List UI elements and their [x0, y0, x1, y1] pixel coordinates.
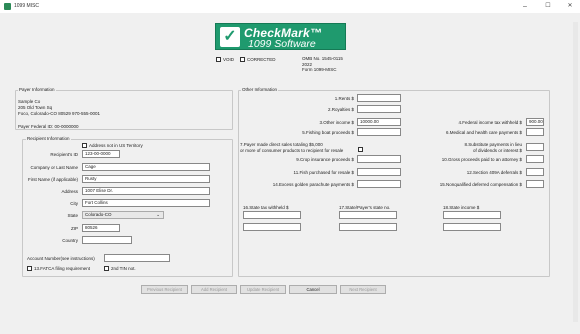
direct-sales-label-2: or more of consumer products to recipien… [240, 148, 344, 153]
state-no-label: 17.State/Payer's state no. [339, 205, 391, 210]
rents-input[interactable] [357, 94, 401, 102]
section409-input[interactable] [526, 168, 544, 176]
payer-name: Sample Co [18, 99, 41, 104]
country-input[interactable] [82, 236, 132, 244]
corrected-checkbox[interactable] [240, 57, 245, 62]
state-label: State [67, 213, 78, 218]
account-number-label: Account Number(see instructions) [27, 256, 95, 261]
state-no-input-1[interactable] [339, 211, 397, 219]
first-name-input[interactable]: Rusty [82, 175, 210, 183]
fish-input[interactable] [357, 168, 401, 176]
void-checkbox[interactable] [216, 57, 221, 62]
address-input[interactable]: 1007 Elise Dr. [82, 187, 210, 195]
crop-label: 9.Crop insurance proceeds $ [296, 157, 354, 162]
substitute-input[interactable] [526, 143, 544, 151]
state-tax-label: 16.State tax withheld $ [243, 205, 289, 210]
zip-label: ZIP [70, 226, 78, 231]
form-name: Form 1099-MISC [302, 67, 337, 72]
state-income-input-2[interactable] [443, 223, 501, 231]
state-select-value: Colorado-CO [85, 212, 112, 217]
company-input[interactable]: Cage [82, 163, 210, 171]
address-not-us-label: Address not in US Territory [89, 143, 143, 148]
substitute-label-1: 8.Substitute payments in lieu [464, 142, 522, 147]
state-tax-input-2[interactable] [243, 223, 301, 231]
state-tax-input-1[interactable] [243, 211, 301, 219]
address-label: Address [61, 189, 78, 194]
city-input[interactable]: Fort Collins [82, 199, 210, 207]
state-select[interactable]: Colorado-CO ⌄ [82, 211, 164, 219]
recipient-id-label: Recipient's ID [50, 152, 78, 157]
section409-label: 12.Section 409A deferrals $ [466, 170, 522, 175]
checkmark-logo-icon: ✓ [220, 27, 240, 47]
payer-city-line: Foco, Colorado-CO 80529 970-555-0001 [18, 111, 101, 116]
recipient-id-input[interactable]: 123-00-0000 [82, 150, 120, 158]
zip-input[interactable]: 80526 [82, 224, 120, 232]
maximize-icon[interactable]: ☐ [543, 2, 553, 11]
golden-label: 14.Excess golden parachute payments $ [272, 182, 354, 187]
fatca-checkbox[interactable] [27, 266, 32, 271]
close-icon[interactable]: ✕ [565, 2, 575, 11]
crop-input[interactable] [357, 155, 401, 163]
fishing-input[interactable] [357, 128, 401, 136]
cancel-button[interactable]: Cancel [289, 285, 337, 294]
app-icon [4, 3, 11, 10]
gross-input[interactable] [526, 155, 544, 163]
fish-label: 11.Fish purchased for resale $ [293, 170, 354, 175]
royalties-input[interactable] [357, 105, 401, 113]
add-recipient-button[interactable]: Add Recipient [191, 285, 237, 294]
other-income-label: 3.Other income $ [319, 120, 354, 125]
state-income-input-1[interactable] [443, 211, 501, 219]
second-tin-label: 2nd TIN not. [111, 266, 136, 271]
gross-label: 10.Gross proceeds paid to an attorney $ [441, 157, 522, 162]
payer-federal-id: Payer Federal ID: 00-0000000 [18, 124, 79, 129]
country-label: Country [62, 238, 78, 243]
fatca-label: 13.FATCA filing requirement [34, 266, 90, 271]
corrected-label: CORRECTED [247, 57, 276, 62]
medical-input[interactable] [526, 128, 544, 136]
nonqualified-label: 15.Nonqualified deferred compensation $ [439, 182, 522, 187]
scrollbar[interactable] [573, 22, 578, 322]
account-number-input[interactable] [104, 254, 170, 262]
address-not-us-checkbox[interactable] [82, 143, 87, 148]
fed-tax-input[interactable]: 900.00 [526, 118, 544, 126]
title-bar [0, 0, 580, 13]
fed-tax-label: 4.Federal income tax withheld $ [458, 120, 522, 125]
update-recipient-button[interactable]: Update Recipient [240, 285, 286, 294]
company-label: Company or Last Name [30, 165, 78, 170]
golden-input[interactable] [357, 180, 401, 188]
other-income-input[interactable]: 10000.00 [357, 118, 401, 126]
void-label: VOID [223, 57, 235, 62]
direct-sales-label-1: 7.Payer made direct sales totaling $5,00… [240, 142, 323, 147]
royalties-label: 2.Royalties $ [327, 107, 354, 112]
logo-subtitle: 1099 Software [248, 38, 316, 50]
minimize-icon[interactable]: – [520, 2, 530, 11]
chevron-down-icon: ⌄ [156, 212, 160, 217]
first-name-label: First Name (if applicable) [27, 177, 78, 182]
second-tin-checkbox[interactable] [104, 266, 109, 271]
substitute-label-2: of dividends or interest $ [472, 148, 522, 153]
other-info-section-title: Other Information [241, 87, 279, 92]
direct-sales-checkbox[interactable] [358, 147, 363, 152]
next-recipient-button[interactable]: Next Recipient [340, 285, 386, 294]
nonqualified-input[interactable] [526, 180, 544, 188]
medical-label: 6.Medical and health care payments $ [445, 130, 522, 135]
city-label: City [70, 201, 78, 206]
payer-section-title: Payer Information [18, 87, 56, 92]
window-title: 1099 MISC [14, 3, 40, 9]
checkmark-logo: ✓ CheckMark™ 1099 Software [215, 23, 346, 50]
previous-recipient-button[interactable]: Previous Recipient [141, 285, 188, 294]
fishing-label: 5.Fishing boat proceeds $ [302, 130, 354, 135]
payer-address: 205 Old Town Sq [18, 105, 53, 110]
rents-label: 1.Rents $ [334, 96, 354, 101]
state-no-input-2[interactable] [339, 223, 397, 231]
recipient-section-title: Recipient Information [26, 136, 71, 141]
state-income-label: 18.State income $ [443, 205, 480, 210]
omb-number: OMB No. 1545-0115 [302, 56, 343, 61]
